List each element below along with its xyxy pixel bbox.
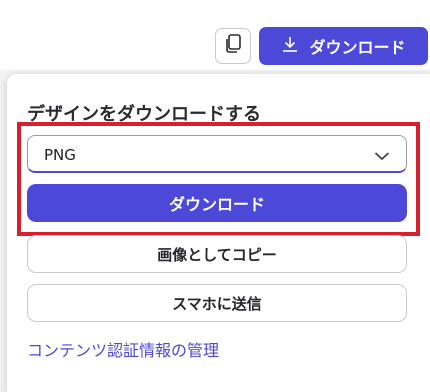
download-button-label: ダウンロード [168,195,265,214]
send-to-phone-label: スマホに送信 [172,294,262,313]
chevron-down-icon [374,147,390,166]
download-icon [281,35,299,57]
copy-design-button[interactable] [215,28,251,64]
header-download-button[interactable]: ダウンロード [259,27,428,65]
content-credentials-link[interactable]: コンテンツ認証情報の管理 [27,337,219,361]
header-download-label: ダウンロード [309,38,406,57]
copy-as-image-label: 画像としてコピー [157,245,277,264]
copy-as-image-button[interactable]: 画像としてコピー [27,235,407,273]
send-to-phone-button[interactable]: スマホに送信 [27,284,407,322]
copy-icon [224,34,242,58]
top-bar: ダウンロード [0,0,430,70]
download-panel: デザインをダウンロードする PNG ダウンロード 画像としてコピー スマホに送信… [7,74,430,392]
file-format-select[interactable]: PNG [27,135,407,173]
file-format-value: PNG [44,146,76,164]
download-button[interactable]: ダウンロード [27,184,407,222]
